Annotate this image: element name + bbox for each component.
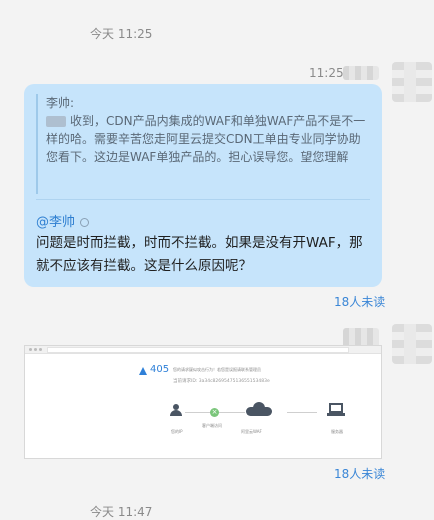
url-field [47, 347, 349, 353]
quoted-message[interactable]: 李帅: 收到，CDN产品内集成的WAF和单独WAF产品不是不一样的哈。需要辛苦您… [36, 94, 370, 194]
warning-icon [139, 367, 147, 375]
avatar[interactable] [392, 62, 432, 102]
error-description: 您的请求疑似攻击行为！若您是误报请联系管理员 [173, 367, 261, 372]
quote-divider [36, 199, 370, 200]
server-label: 服务器 [331, 429, 343, 434]
visitor-label: 您的IP [171, 429, 183, 434]
dot-icon [39, 348, 42, 351]
unread-count-2[interactable]: 18人未读 [334, 465, 385, 482]
firewall-label: 阿里云WAF [241, 429, 262, 434]
dot-icon [34, 348, 37, 351]
sender-name-redacted [343, 66, 379, 80]
screenshot-image[interactable]: 405 您的请求疑似攻击行为！若您是误报请联系管理员 当前请求ID: 3a34c… [24, 345, 382, 459]
message-bubble[interactable]: 李帅: 收到，CDN产品内集成的WAF和单独WAF产品不是不一样的哈。需要辛苦您… [24, 84, 382, 287]
avatar-2[interactable] [392, 324, 432, 364]
read-status-icon [80, 218, 90, 227]
visitor-icon [170, 404, 182, 416]
unread-count[interactable]: 18人未读 [334, 293, 385, 310]
laptop-icon [327, 403, 345, 417]
cloud-icon [246, 402, 272, 416]
error-id: 当前请求ID: 3a34c8269547513655153483e [173, 379, 270, 384]
quote-redacted [46, 116, 66, 127]
mention-link[interactable]: @李帅 [36, 211, 90, 230]
sender-time: 11:25 [309, 66, 344, 80]
timestamp-top: 今天 11:25 [90, 27, 153, 41]
dot-icon [29, 348, 32, 351]
mention-label[interactable]: @李帅 [36, 215, 75, 230]
quote-text: 收到，CDN产品内集成的WAF和单独WAF产品不是不一样的哈。需要辛苦您走阿里云… [46, 114, 366, 164]
close-icon: × [210, 408, 219, 417]
browser-bar [25, 346, 381, 354]
timestamp-bottom: 今天 11:47 [90, 505, 153, 519]
flow-line-2 [287, 412, 317, 413]
message-text: 问题是时而拦截，时而不拦截。如果是没有开WAF，那就不应该有拦截。这是什么原因呢… [36, 235, 363, 274]
arrow-label: 客户端访问 [202, 423, 222, 428]
error-code: 405 [150, 364, 170, 375]
quote-author: 李帅: [46, 96, 75, 110]
